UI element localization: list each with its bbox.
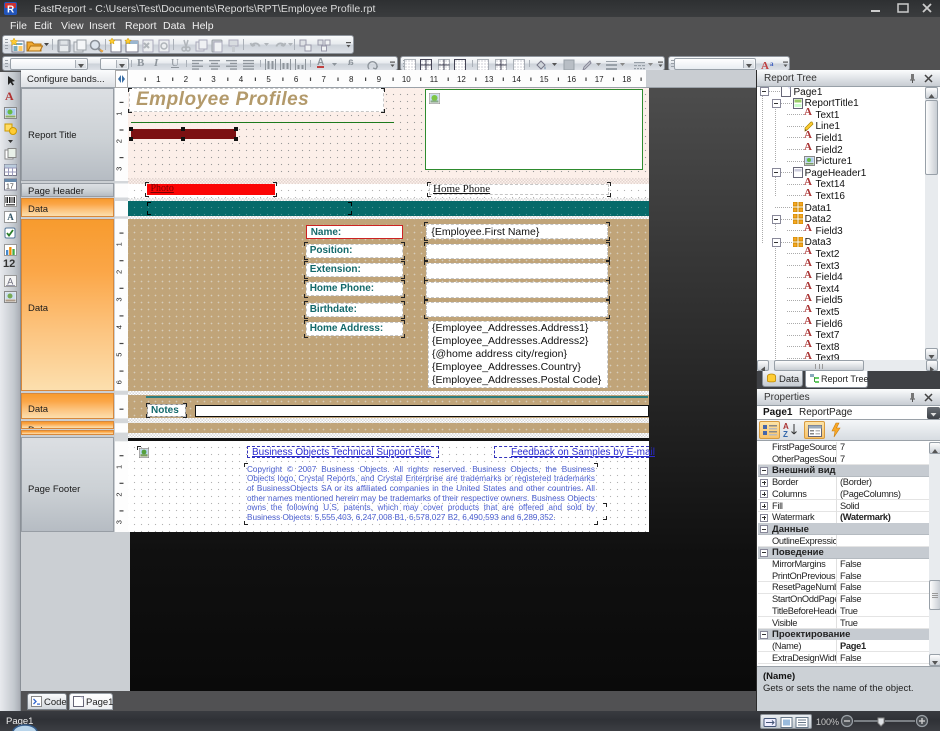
svg-text:9: 9 <box>377 75 382 84</box>
svg-text:8: 8 <box>349 75 354 84</box>
svg-text:3: 3 <box>211 75 216 84</box>
svg-text:7: 7 <box>321 75 326 84</box>
svg-text:2: 2 <box>115 139 124 143</box>
svg-text:6: 6 <box>294 75 299 84</box>
svg-text:a: a <box>770 60 774 68</box>
svg-text:2: 2 <box>115 492 124 496</box>
svg-text:A: A <box>7 212 14 222</box>
svg-text:R: R <box>7 5 15 16</box>
svg-text:5: 5 <box>266 75 271 84</box>
svg-text:3: 3 <box>115 167 124 171</box>
svg-text:4: 4 <box>239 75 244 84</box>
svg-text:3: 3 <box>115 297 124 301</box>
svg-text:17: 17 <box>6 184 14 191</box>
svg-text:16: 16 <box>567 75 576 84</box>
svg-text:Z: Z <box>783 430 788 439</box>
svg-text:15: 15 <box>540 75 549 84</box>
svg-text:6: 6 <box>115 380 124 384</box>
svg-text:4: 4 <box>115 325 124 329</box>
svg-text:1: 1 <box>115 112 124 116</box>
svg-text:12: 12 <box>457 75 466 84</box>
svg-text:1: 1 <box>156 75 161 84</box>
svg-text:2: 2 <box>184 75 189 84</box>
svg-text:2: 2 <box>115 270 124 274</box>
svg-text:5: 5 <box>115 353 124 357</box>
svg-text:17: 17 <box>595 75 604 84</box>
svg-text:1: 1 <box>115 465 124 469</box>
svg-text:13: 13 <box>485 75 494 84</box>
svg-text:3: 3 <box>115 520 124 524</box>
svg-text:10: 10 <box>402 75 411 84</box>
svg-text:11: 11 <box>430 75 439 84</box>
svg-text:14: 14 <box>512 75 521 84</box>
svg-text:1: 1 <box>115 242 124 246</box>
svg-text:18: 18 <box>622 75 631 84</box>
